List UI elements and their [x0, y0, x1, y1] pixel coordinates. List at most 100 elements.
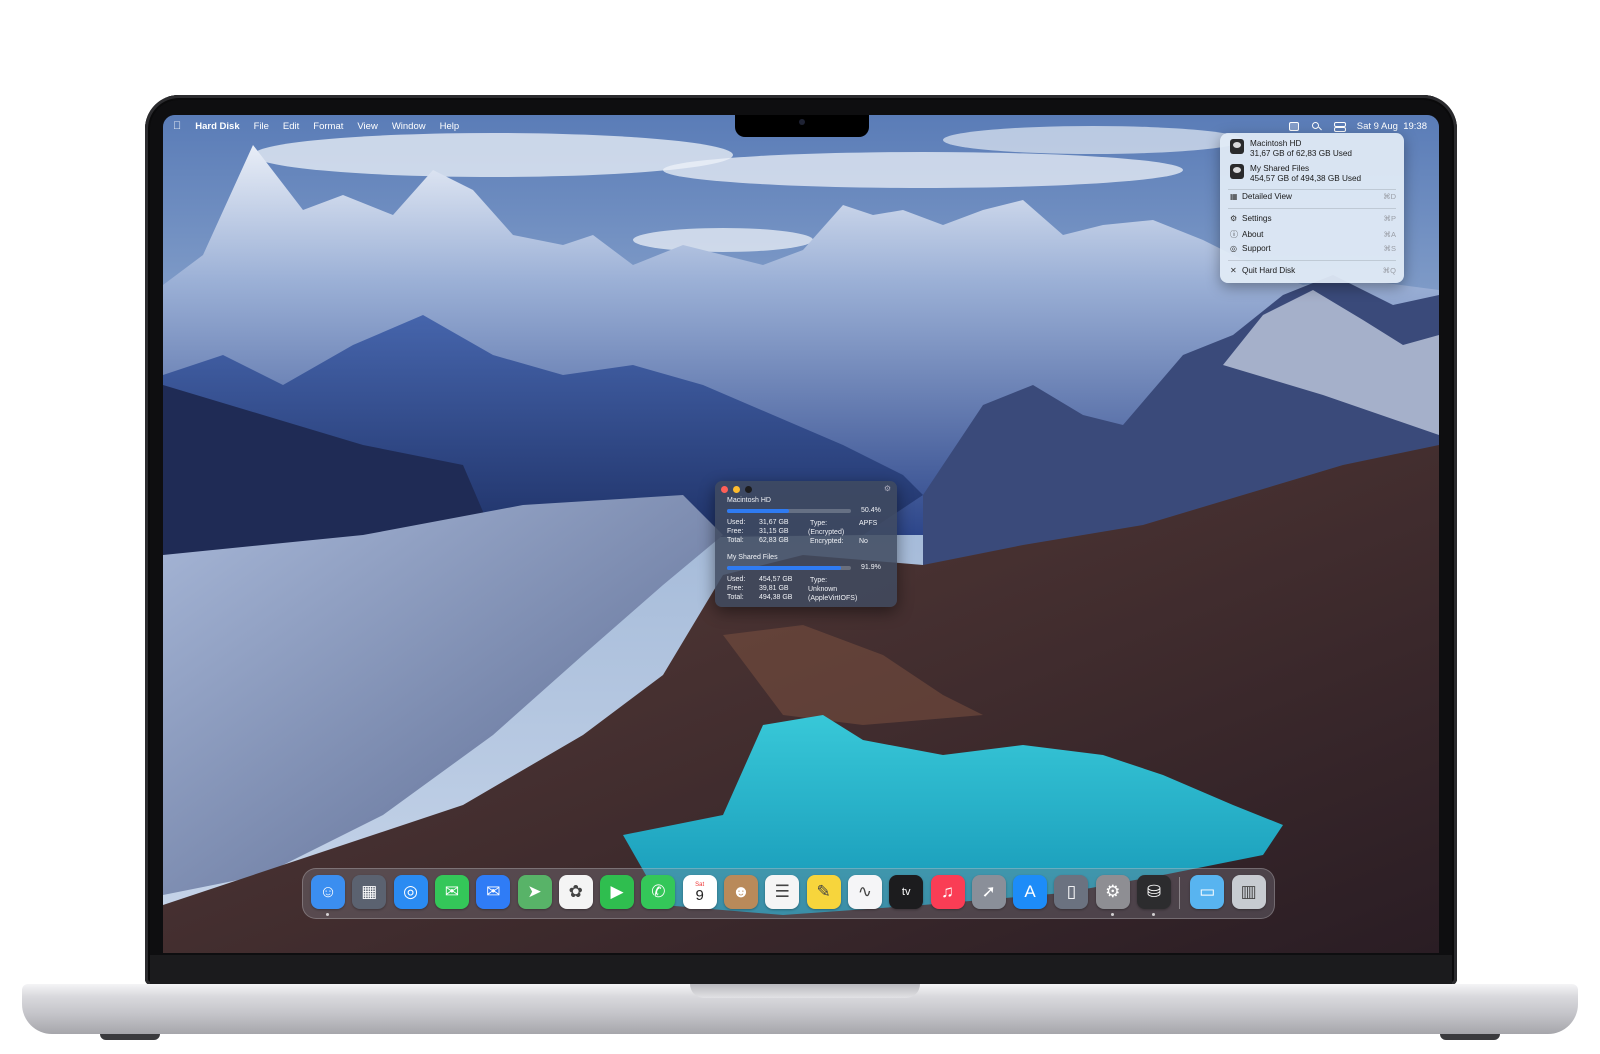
gear-icon[interactable]: ⚙: [884, 484, 891, 493]
menu-help[interactable]: Help: [440, 121, 460, 132]
dock-iphone-mirroring-icon[interactable]: ▯: [1054, 875, 1089, 909]
usage-bar-fill: [727, 509, 790, 513]
dock-facetime-icon[interactable]: ▶: [600, 875, 635, 909]
menu-clock[interactable]: Sat 9 Aug 19:38: [1357, 121, 1427, 132]
disk-info-window: ⚙ Macintosh HD 50.4% Used: 31,67 GB Free…: [715, 481, 897, 607]
menu-item-label: About: [1242, 230, 1264, 239]
dock-maps-icon[interactable]: ➤: [517, 875, 552, 909]
laptop-foot: [1440, 1034, 1500, 1040]
encrypted-value: No: [859, 538, 868, 545]
menu-item-label: Support: [1242, 244, 1271, 253]
control-center-icon[interactable]: [1333, 121, 1346, 132]
menu-window[interactable]: Window: [392, 121, 426, 132]
menu-item-settings[interactable]: ⚙ Settings ⌘P: [1230, 214, 1396, 223]
free-value: 39,81 GB: [759, 585, 789, 592]
dock-freeform-icon[interactable]: ∿: [847, 875, 882, 909]
total-label: Total:: [727, 594, 744, 601]
menu-item-label: Quit Hard Disk: [1242, 266, 1296, 275]
dock-running-indicator: [326, 913, 329, 916]
dock-music-icon[interactable]: ♫: [930, 875, 965, 909]
dock-running-indicator: [1110, 913, 1114, 916]
menu-item-support[interactable]: ◎ Support ⌘S: [1230, 244, 1396, 253]
menu-disk-usage: 454,57 GB of 494,38 GB Used: [1250, 174, 1362, 183]
menu-item-detailed-view[interactable]: ▦ Detailed View ⌘D: [1230, 192, 1396, 201]
screen:  Hard Disk File Edit Format View Window…: [163, 115, 1439, 953]
type-note: (AppleVirtIOFS): [808, 595, 858, 602]
dock-app-store-icon[interactable]: A: [1013, 875, 1048, 909]
dock-phone-icon[interactable]: ✆: [641, 875, 676, 909]
menu-disk-item[interactable]: My Shared Files 454,57 GB of 494,38 GB U…: [1230, 164, 1361, 184]
dock-messages-icon[interactable]: ✉: [434, 875, 469, 909]
menu-item-label: Settings: [1242, 214, 1272, 223]
used-value: 31,67 GB: [759, 519, 789, 526]
menu-item-shortcut: ⌘D: [1383, 192, 1396, 201]
dock-tv-icon[interactable]: tv: [889, 875, 924, 909]
hard-disk-status-icon[interactable]: [1288, 121, 1299, 131]
dock-rocket-icon[interactable]: ➚: [971, 875, 1006, 909]
menu-disk-name: My Shared Files: [1250, 164, 1310, 173]
usage-bar: [727, 566, 851, 570]
dock-reminders-icon[interactable]: ☰: [765, 875, 800, 909]
menu-separator: [1228, 189, 1396, 190]
menu-separator: [1228, 260, 1396, 261]
menu-item-shortcut: ⌘P: [1383, 214, 1396, 223]
menu-item-quit[interactable]: ✕ Quit Hard Disk ⌘Q: [1230, 266, 1396, 275]
menu-item-label: Detailed View: [1242, 192, 1292, 201]
dock-system-settings-icon[interactable]: ⚙: [1095, 875, 1130, 909]
zoom-window-button[interactable]: [745, 486, 752, 493]
dock-mail-icon[interactable]: ✉: [476, 875, 511, 909]
dock-safari-icon[interactable]: ◎: [393, 875, 428, 909]
dock-finder-icon[interactable]: ☺: [311, 875, 345, 909]
menu-item-about[interactable]: ⓘ About ⌘A: [1230, 229, 1396, 240]
type-label: Type:: [810, 520, 828, 527]
usage-percent: 91.9%: [861, 564, 881, 571]
close-window-button[interactable]: [721, 486, 728, 493]
type-label: Type:: [810, 577, 828, 584]
menu-edit[interactable]: Edit: [283, 121, 299, 132]
dock-calendar-icon[interactable]: Sat 9: [682, 875, 717, 909]
dock-photos-icon[interactable]: ✿: [558, 875, 593, 909]
dock-contacts-icon[interactable]: ☻: [724, 875, 758, 909]
info-icon: ⓘ: [1230, 230, 1238, 239]
apple-menu-icon[interactable]: : [173, 120, 181, 132]
menu-disk-item[interactable]: Macintosh HD 31,67 GB of 62,83 GB Used: [1230, 139, 1352, 159]
laptop-base-notch: [690, 984, 920, 998]
total-value: 494,38 GB: [759, 594, 793, 601]
dock-launchpad-icon[interactable]: ▦: [352, 875, 387, 909]
usage-bar: [727, 509, 851, 513]
hard-drive-icon: [1230, 164, 1244, 179]
minimize-window-button[interactable]: [733, 486, 740, 493]
type-value: Unknown: [808, 586, 838, 593]
free-value: 31,15 GB: [759, 528, 789, 535]
usage-percent: 50.4%: [861, 507, 881, 514]
disk-name: My Shared Files: [727, 554, 778, 561]
gear-icon: ⚙: [1230, 214, 1238, 223]
menu-item-shortcut: ⌘Q: [1382, 266, 1396, 275]
hard-disk-menu: Macintosh HD 31,67 GB of 62,83 GB Used M…: [1220, 133, 1404, 283]
usage-bar-fill: [727, 566, 841, 570]
disk-name: Macintosh HD: [727, 497, 771, 504]
total-label: Total:: [727, 537, 744, 544]
encrypted-label: Encrypted:: [810, 538, 844, 545]
dock-downloads-folder-icon[interactable]: ▭: [1190, 875, 1225, 909]
menu-disk-name: Macintosh HD: [1250, 139, 1302, 148]
close-icon: ✕: [1230, 266, 1237, 275]
menu-file[interactable]: File: [254, 121, 269, 132]
menu-item-shortcut: ⌘A: [1383, 230, 1396, 239]
dock-notes-icon[interactable]: ✎: [806, 875, 841, 909]
search-icon[interactable]: [1311, 121, 1322, 131]
used-label: Used:: [727, 576, 746, 583]
laptop-foot: [100, 1034, 160, 1040]
total-value: 62,83 GB: [759, 537, 789, 544]
menu-item-shortcut: ⌘S: [1383, 244, 1396, 253]
free-label: Free:: [727, 585, 744, 592]
dock-divider: [1179, 877, 1180, 909]
dock-hard-disk-icon[interactable]: ⛁: [1137, 875, 1171, 909]
type-value: APFS: [859, 520, 878, 527]
menu-format[interactable]: Format: [313, 121, 343, 132]
menu-view[interactable]: View: [357, 121, 377, 132]
detailed-view-icon: ▦: [1230, 192, 1238, 201]
menu-app-name[interactable]: Hard Disk: [195, 121, 239, 132]
menu-separator: [1228, 208, 1396, 209]
dock-trash-icon[interactable]: ▥: [1231, 875, 1266, 909]
